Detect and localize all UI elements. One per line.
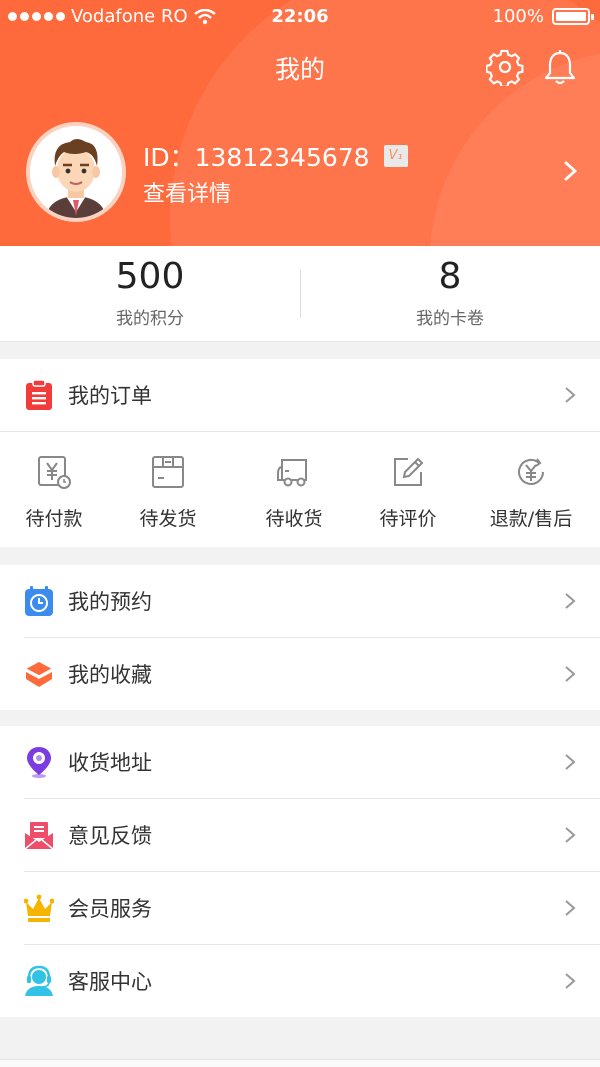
coupons-value: 8 (438, 256, 462, 297)
chevron-right-icon (565, 387, 576, 403)
my-favorites-row[interactable]: 我的收藏 (0, 638, 600, 710)
pending-shipment-button[interactable]: 待发货 (108, 432, 228, 548)
notification-bell-icon[interactable] (541, 48, 579, 86)
pending-shipment-label: 待发货 (139, 508, 197, 530)
calendar-clock-icon (25, 586, 53, 616)
chevron-right-icon (565, 900, 576, 916)
stats-divider (300, 270, 301, 318)
pending-receipt-label: 待收货 (265, 508, 323, 530)
chevron-right-icon[interactable] (560, 158, 580, 184)
view-details-link[interactable]: 查看详情 (143, 176, 231, 208)
customer-service-label: 客服中心 (68, 970, 152, 994)
customer-service-row[interactable]: 客服中心 (0, 945, 600, 1017)
chevron-right-icon (565, 973, 576, 989)
pending-payment-button[interactable]: 待付款 (0, 432, 114, 548)
vip-level-badge: V₁ (383, 145, 408, 167)
status-bar: Vodafone RO 22:06 100% (0, 0, 600, 34)
profile-header: Vodafone RO 22:06 100% 我的 ID：13812345678… (0, 0, 600, 246)
stats-bar: 500 我的积分 8 我的卡卷 (0, 246, 600, 342)
battery-icon (552, 8, 594, 25)
chevron-right-icon (565, 827, 576, 843)
tab-bar-edge (0, 1059, 600, 1067)
feedback-label: 意见反馈 (68, 824, 152, 848)
my-orders-row[interactable]: 我的订单 (0, 359, 600, 431)
feedback-envelope-icon (24, 822, 54, 850)
user-id-text: ID：13812345678 (143, 143, 370, 172)
points-stat[interactable]: 500 我的积分 (0, 246, 300, 341)
group-two-card: 收货地址 意见反馈 会员服务 客服中心 (0, 726, 600, 1017)
member-services-label: 会员服务 (68, 897, 152, 921)
refund-icon (518, 458, 544, 485)
box-icon (152, 456, 184, 488)
my-bookings-label: 我的预约 (68, 590, 152, 614)
my-favorites-label: 我的收藏 (68, 663, 152, 687)
location-pin-icon (27, 747, 51, 778)
user-id: ID：13812345678 V₁ (143, 138, 408, 174)
order-status-bar: 待付款 待发货 待收货 待评价 退款/售后 (0, 431, 600, 547)
headset-agent-icon (25, 965, 53, 996)
shipping-address-label: 收货地址 (68, 751, 152, 775)
points-value: 500 (115, 256, 185, 297)
coupons-label: 我的卡卷 (416, 309, 484, 329)
pending-review-label: 待评价 (379, 508, 437, 530)
pending-review-button[interactable]: 待评价 (348, 432, 468, 548)
refund-aftersale-label: 退款/售后 (489, 508, 573, 530)
pending-receipt-button[interactable]: 待收货 (234, 432, 354, 548)
edit-icon (394, 457, 424, 486)
pending-payment-icon (38, 456, 71, 489)
clipboard-icon (26, 379, 52, 410)
battery-percent: 100% (492, 6, 544, 27)
truck-icon (277, 459, 307, 487)
settings-gear-icon[interactable] (486, 48, 524, 86)
member-services-row[interactable]: 会员服务 (0, 872, 600, 944)
favorites-box-icon (25, 662, 53, 687)
feedback-row[interactable]: 意见反馈 (0, 799, 600, 871)
my-bookings-row[interactable]: 我的预约 (0, 565, 600, 637)
orders-card: 我的订单 (0, 359, 600, 431)
coupons-stat[interactable]: 8 我的卡卷 (300, 246, 600, 341)
crown-icon (24, 894, 54, 922)
group-one-card: 我的预约 我的收藏 (0, 565, 600, 710)
refund-aftersale-button[interactable]: 退款/售后 (471, 432, 591, 548)
my-orders-label: 我的订单 (68, 384, 152, 408)
chevron-right-icon (565, 754, 576, 770)
pending-payment-label: 待付款 (25, 508, 83, 530)
shipping-address-row[interactable]: 收货地址 (0, 726, 600, 798)
chevron-right-icon (565, 666, 576, 682)
avatar[interactable] (26, 122, 126, 222)
points-label: 我的积分 (116, 309, 184, 329)
chevron-right-icon (565, 593, 576, 609)
